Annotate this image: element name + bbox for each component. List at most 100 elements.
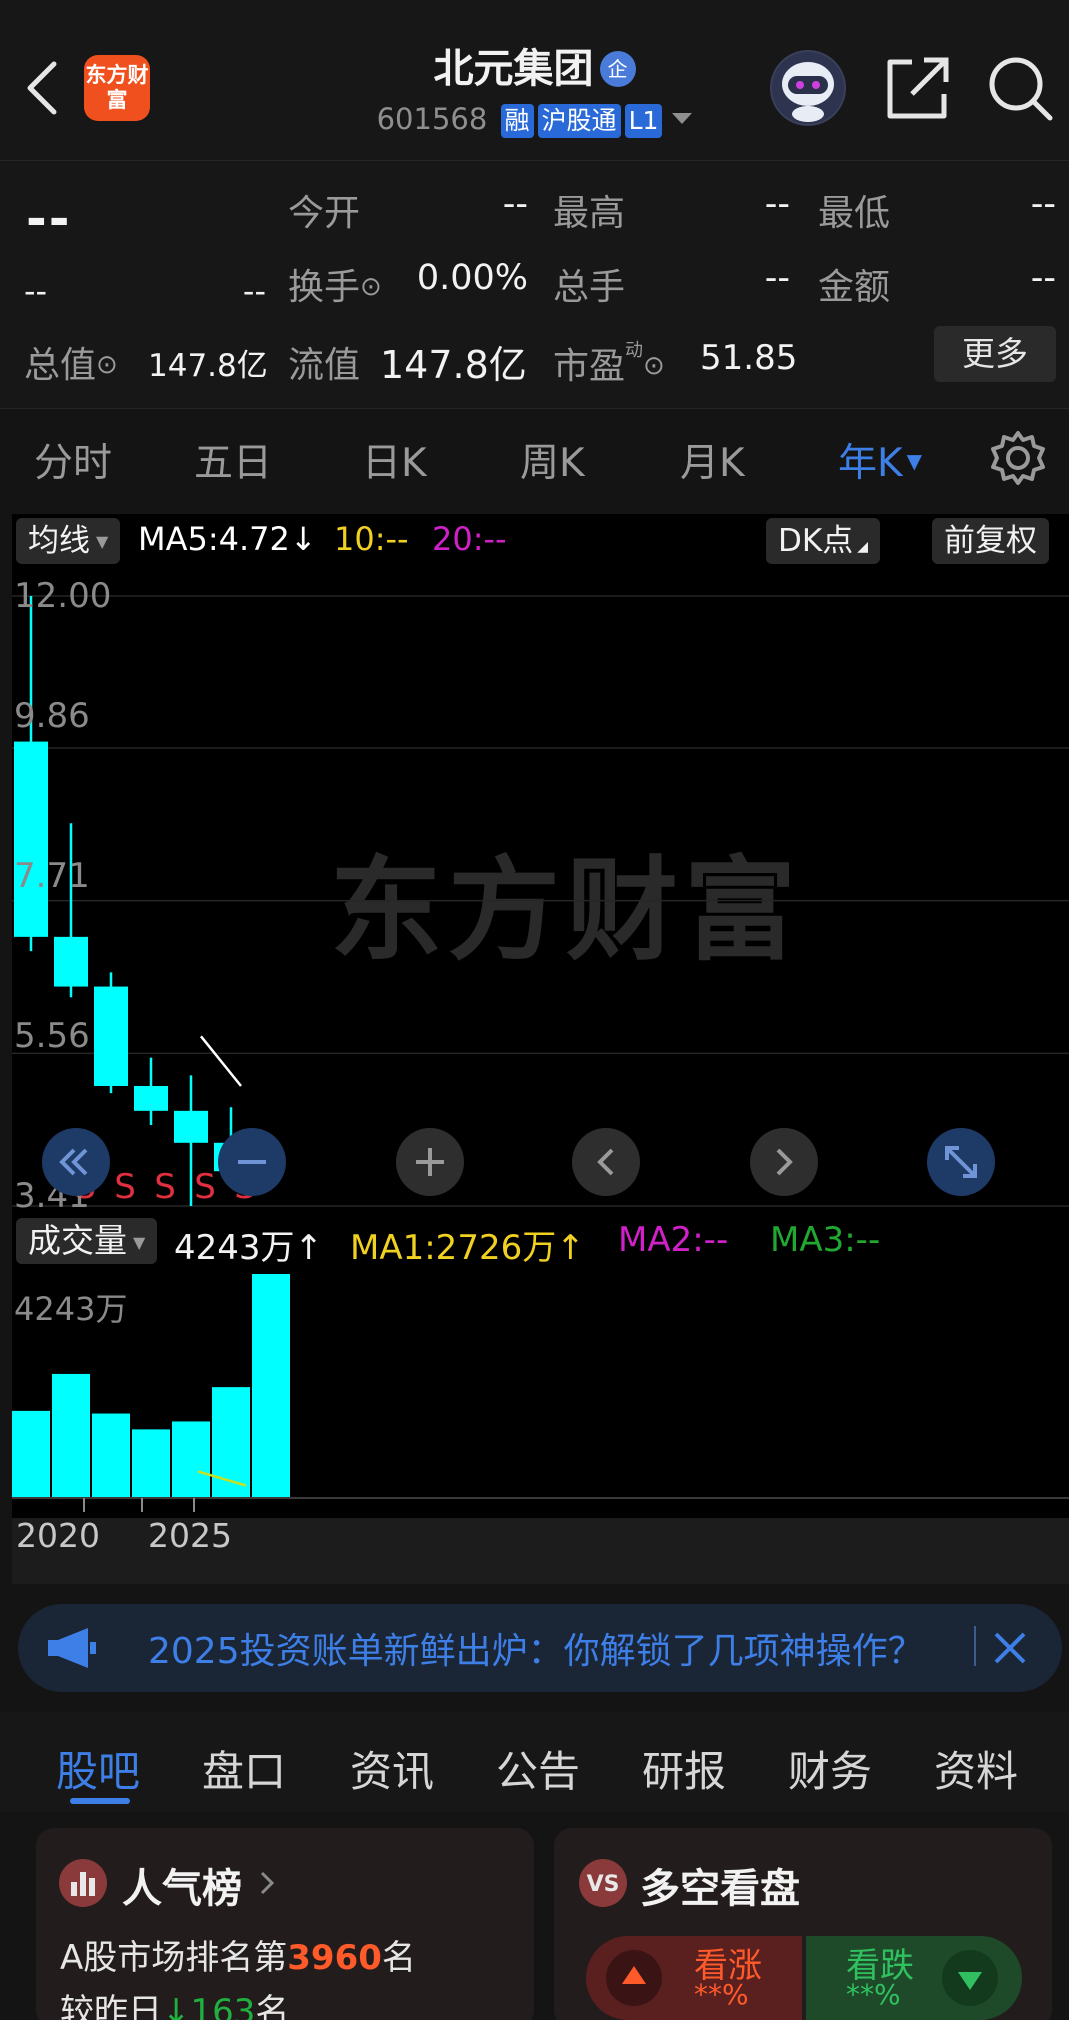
settings-gear-icon[interactable] bbox=[990, 430, 1046, 486]
low-label: 最低 bbox=[818, 193, 891, 234]
info-icon[interactable]: ⊙ bbox=[360, 272, 382, 302]
ranking-chart-icon bbox=[59, 1859, 107, 1907]
open-value: -- bbox=[502, 184, 528, 224]
rank-change-value: 163 bbox=[190, 1992, 256, 2020]
rank-change-prefix: 较昨日 bbox=[60, 1992, 162, 2020]
candlestick-chart[interactable]: SSSSS bbox=[12, 570, 1069, 1210]
scroll-right-button[interactable] bbox=[750, 1128, 818, 1196]
float-value: 147.8亿 bbox=[380, 343, 527, 387]
x-tick-label: 2020 bbox=[16, 1516, 100, 1555]
info-icon[interactable]: ⊙ bbox=[96, 350, 118, 380]
rank-value: 3960 bbox=[287, 1938, 382, 1978]
search-icon[interactable] bbox=[984, 52, 1056, 124]
price-change-pct: -- bbox=[242, 272, 266, 310]
tab-finance[interactable]: 财务 bbox=[788, 1738, 872, 1799]
volume-indicator-select[interactable]: 成交量 ▼ bbox=[16, 1218, 158, 1264]
tab-announcements[interactable]: 公告 bbox=[496, 1738, 580, 1799]
volume-indicator-label: 成交量 bbox=[28, 1221, 127, 1260]
zoom-out-button[interactable] bbox=[218, 1128, 286, 1196]
amount-label: 金额 bbox=[818, 267, 891, 308]
tab-orderbook[interactable]: 盘口 bbox=[202, 1738, 286, 1799]
sell-marker: S bbox=[114, 1167, 136, 1207]
robot-assistant-icon[interactable] bbox=[770, 50, 846, 126]
low-value: -- bbox=[1030, 184, 1056, 224]
candle-body bbox=[94, 986, 128, 1086]
rank-prefix: A股市场排名第 bbox=[60, 1938, 288, 1978]
mktcap-label-text: 总值 bbox=[24, 345, 97, 386]
corner-triangle-icon: ◢ bbox=[857, 539, 868, 555]
chevron-right-icon bbox=[776, 1148, 793, 1176]
caret-down-icon: ▼ bbox=[906, 449, 922, 473]
current-price: -- bbox=[26, 190, 72, 248]
tab-research[interactable]: 研报 bbox=[642, 1738, 726, 1799]
y-tick-label: 7.71 bbox=[14, 856, 90, 896]
tab-news[interactable]: 资讯 bbox=[350, 1738, 434, 1799]
volume-ma1-value: MA1:2726万 bbox=[350, 1228, 557, 1268]
volume-ma2-readout: MA2:-- bbox=[618, 1220, 729, 1260]
tab-monthly-k[interactable]: 月K bbox=[680, 432, 745, 488]
stock-code: 601568 bbox=[376, 102, 488, 136]
pe-label: 市盈动⊙ bbox=[553, 336, 665, 389]
arrow-down-circle-icon bbox=[942, 1950, 998, 2006]
pe-label-text: 市盈 bbox=[553, 346, 626, 387]
caret-down-icon: ▼ bbox=[133, 1233, 146, 1252]
ma5-arrow: ↓ bbox=[289, 520, 317, 558]
turnover-label-text: 换手 bbox=[288, 267, 361, 308]
ma-indicator-select[interactable]: 均线 ▼ bbox=[16, 518, 121, 564]
tab-yearly-k-label: 年K bbox=[838, 441, 903, 486]
zoom-in-button[interactable] bbox=[396, 1128, 464, 1196]
banner-text[interactable]: 2025投资账单新鲜出炉：你解锁了几项神操作？ bbox=[148, 1622, 924, 1674]
tab-five-day[interactable]: 五日 bbox=[194, 432, 272, 488]
scroll-left-button[interactable] bbox=[572, 1128, 640, 1196]
tag-level: L1 bbox=[624, 104, 663, 138]
amount-value: -- bbox=[1030, 258, 1056, 298]
arrow-down-icon: ↓ bbox=[162, 1992, 191, 2020]
fullscreen-button[interactable] bbox=[927, 1128, 995, 1196]
dk-point-label: DK点 bbox=[778, 523, 854, 559]
rank-change-suffix: 名 bbox=[255, 1992, 290, 2020]
chevron-down-icon[interactable] bbox=[672, 113, 693, 124]
minus-icon bbox=[238, 1160, 266, 1164]
scroll-left-fast-button[interactable] bbox=[42, 1128, 110, 1196]
tab-intraday[interactable]: 分时 bbox=[34, 432, 112, 488]
candle-body bbox=[134, 1085, 168, 1111]
plus-icon bbox=[416, 1148, 444, 1176]
pe-superscript: 动 bbox=[625, 340, 644, 361]
y-tick-label: 9.86 bbox=[14, 696, 90, 736]
volume-max-label: 4243万 bbox=[14, 1290, 128, 1328]
volume-bar bbox=[252, 1274, 290, 1498]
rank-line: A股市场排名第3960名 bbox=[60, 1930, 416, 1979]
chevron-right-icon[interactable] bbox=[258, 1870, 276, 1896]
double-chevron-left-icon bbox=[59, 1148, 88, 1176]
volume-ma1-arrow: ↑ bbox=[556, 1228, 585, 1268]
volume-bar bbox=[12, 1410, 50, 1498]
tab-forum[interactable]: 股吧 bbox=[56, 1738, 140, 1799]
caret-down-icon: ▼ bbox=[96, 532, 109, 551]
stock-name: 北元集团 bbox=[433, 46, 594, 92]
arrow-up-circle-icon bbox=[606, 1950, 662, 2006]
tab-profile[interactable]: 资料 bbox=[934, 1738, 1018, 1799]
ma5-readout: MA5:4.72↓ bbox=[138, 520, 317, 558]
x-tick-label: 2025 bbox=[148, 1516, 232, 1555]
expand-icon bbox=[945, 1146, 977, 1178]
volume-ma1-readout: MA1:2726万↑ bbox=[350, 1220, 585, 1269]
ma-indicator-label: 均线 bbox=[28, 523, 90, 559]
volume-arrow: ↑ bbox=[294, 1228, 324, 1268]
close-icon[interactable] bbox=[990, 1628, 1030, 1668]
enterprise-badge-icon: 企 bbox=[599, 51, 636, 87]
volume-ma3-readout: MA3:-- bbox=[770, 1220, 881, 1260]
adjust-button[interactable]: 前复权 bbox=[932, 518, 1049, 564]
rank-suffix: 名 bbox=[381, 1938, 416, 1978]
more-button[interactable]: 更多 bbox=[934, 326, 1056, 382]
share-icon[interactable] bbox=[882, 52, 954, 124]
ma10-readout: 10:-- bbox=[334, 520, 409, 558]
volume-bar bbox=[92, 1413, 130, 1498]
tab-yearly-k[interactable]: 年K ▼ bbox=[838, 432, 922, 488]
info-icon[interactable]: ⊙ bbox=[643, 351, 665, 381]
bear-value: **% bbox=[846, 1978, 901, 2011]
tab-weekly-k[interactable]: 周K bbox=[520, 432, 585, 488]
dk-point-button[interactable]: DK点 ◢ bbox=[766, 518, 880, 564]
float-label: 流值 bbox=[288, 345, 361, 386]
tag-margin: 融 bbox=[500, 104, 534, 138]
tab-daily-k[interactable]: 日K bbox=[362, 432, 427, 488]
